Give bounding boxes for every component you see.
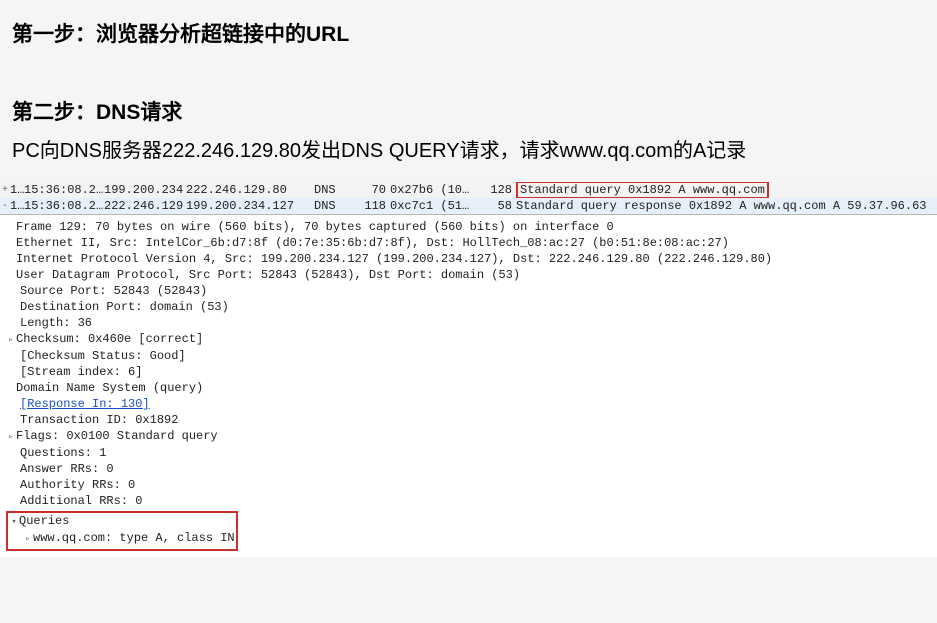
detail-udp[interactable]: User Datagram Protocol, Src Port: 52843 … — [6, 267, 931, 283]
dns-query-item[interactable]: ▹www.qq.com: type A, class IN — [9, 530, 235, 547]
packet-time: 15:36:08.2… — [24, 199, 104, 213]
expand-icon[interactable]: ▹ — [23, 531, 33, 547]
dns-response-in[interactable]: [Response In: 130] — [6, 396, 931, 412]
packet-details: Frame 129: 70 bytes on wire (560 bits), … — [0, 214, 937, 557]
packet-proto: DNS — [314, 199, 356, 213]
dns-txid: Transaction ID: 0x1892 — [6, 412, 931, 428]
info-highlight-box: Standard query 0x1892 A www.qq.com — [516, 182, 769, 198]
packet-len: 118 — [356, 199, 386, 213]
packet-src: 222.246.129.… — [104, 199, 186, 213]
step2-heading: 第二步：DNS请求 — [0, 56, 937, 132]
packet-time: 15:36:08.2… — [24, 183, 104, 197]
dns-flags[interactable]: ▹Flags: 0x0100 Standard query — [6, 428, 931, 445]
expand-icon[interactable]: ▹ — [6, 429, 16, 445]
packet-row[interactable]: - 1… 15:36:08.2… 222.246.129.… 199.200.2… — [0, 198, 937, 214]
detail-ip[interactable]: Internet Protocol Version 4, Src: 199.20… — [6, 251, 931, 267]
expand-icon[interactable]: + — [2, 185, 10, 196]
detail-frame[interactable]: Frame 129: 70 bytes on wire (560 bits), … — [6, 219, 931, 235]
packet-dst: 199.200.234.127 — [186, 199, 314, 213]
packet-list: + 1… 15:36:08.2… 199.200.234.… 222.246.1… — [0, 182, 937, 214]
packet-info: Standard query response 0x1892 A www.qq.… — [512, 199, 935, 213]
packet-len: 70 — [356, 183, 386, 197]
packet-info: Standard query 0x1892 A www.qq.com — [512, 182, 935, 198]
packet-no: 1… — [10, 199, 24, 213]
queries-highlight-box: ▾Queries ▹www.qq.com: type A, class IN — [6, 511, 238, 551]
dns-answer-rrs: Answer RRs: 0 — [6, 461, 931, 477]
dns-additional-rrs: Additional RRs: 0 — [6, 493, 931, 509]
udp-checksum[interactable]: ▹Checksum: 0x460e [correct] — [6, 331, 931, 348]
udp-length: Length: 36 — [6, 315, 931, 331]
udp-srcport: Source Port: 52843 (52843) — [6, 283, 931, 299]
expand-icon[interactable]: ▹ — [6, 332, 16, 348]
packet-col-b: 58 — [472, 199, 512, 213]
packet-col-a: 0xc7c1 (51… — [386, 199, 472, 213]
dns-queries[interactable]: ▾Queries — [9, 513, 235, 530]
step2-paragraph: PC向DNS服务器222.246.129.80发出DNS QUERY请求，请求w… — [0, 132, 937, 182]
dns-authority-rrs: Authority RRs: 0 — [6, 477, 931, 493]
packet-row[interactable]: + 1… 15:36:08.2… 199.200.234.… 222.246.1… — [0, 182, 937, 198]
wireshark-capture: + 1… 15:36:08.2… 199.200.234.… 222.246.1… — [0, 182, 937, 557]
udp-checksum-status: [Checksum Status: Good] — [6, 348, 931, 364]
expand-icon[interactable]: - — [2, 201, 10, 212]
detail-ethernet[interactable]: Ethernet II, Src: IntelCor_6b:d7:8f (d0:… — [6, 235, 931, 251]
packet-proto: DNS — [314, 183, 356, 197]
packet-src: 199.200.234.… — [104, 183, 186, 197]
udp-stream: [Stream index: 6] — [6, 364, 931, 380]
udp-dstport: Destination Port: domain (53) — [6, 299, 931, 315]
detail-dns[interactable]: Domain Name System (query) — [6, 380, 931, 396]
dns-questions: Questions: 1 — [6, 445, 931, 461]
packet-dst: 222.246.129.80 — [186, 183, 314, 197]
step1-heading: 第一步：浏览器分析超链接中的URL — [0, 0, 937, 56]
packet-no: 1… — [10, 183, 24, 197]
collapse-icon[interactable]: ▾ — [9, 514, 19, 530]
packet-col-b: 128 — [472, 183, 512, 197]
packet-col-a: 0x27b6 (10… — [386, 183, 472, 197]
